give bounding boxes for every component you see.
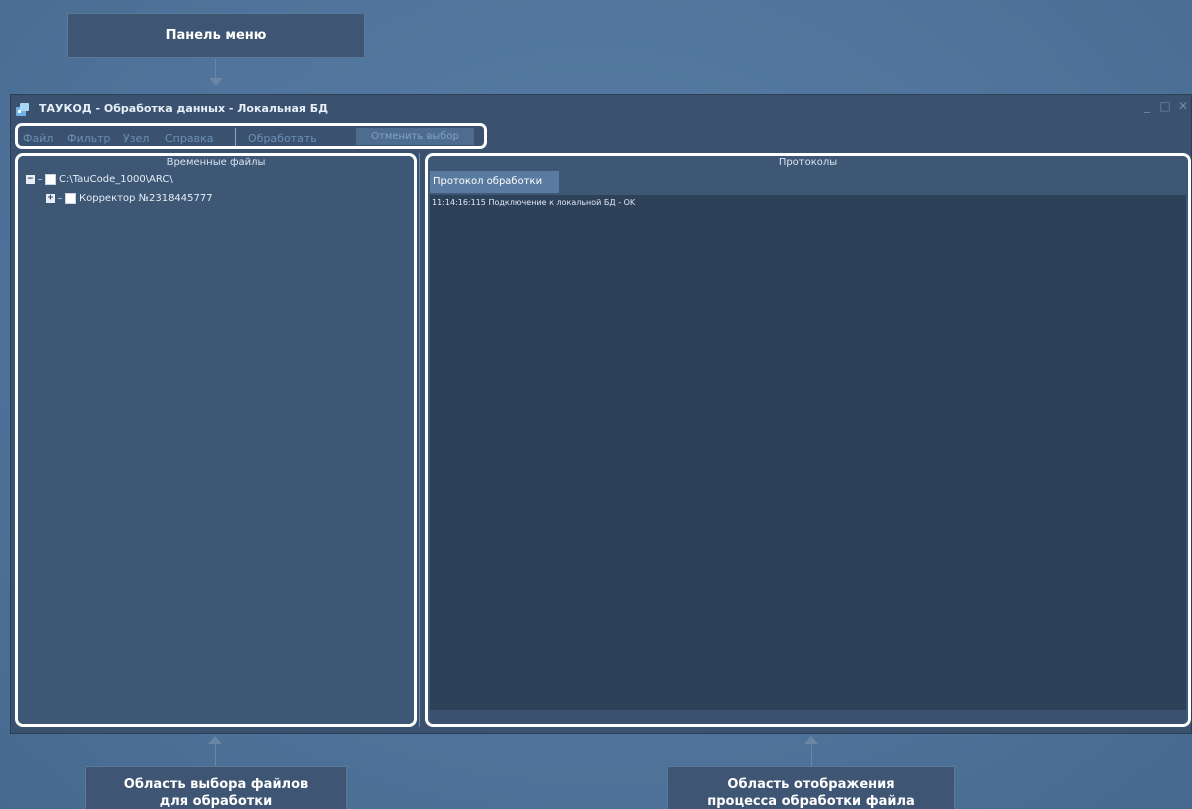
checkbox-icon[interactable] (65, 192, 76, 204)
callout-process-display: Область отображения процесса обработки ф… (667, 766, 955, 809)
menu-item-filter[interactable]: Фильтр (67, 132, 111, 145)
callout-menu-panel-text: Панель меню (165, 28, 267, 43)
process-button[interactable]: Обработать (248, 132, 317, 145)
tree-connector (58, 197, 62, 199)
process-display-panel: Протоколы Протокол обработки 11:14:16:11… (425, 153, 1191, 727)
menu-bar: Файл Фильтр Узел Справка Обработать Отме… (15, 123, 487, 149)
callout-process-display-line2: процесса обработки файла (707, 793, 915, 809)
title-bar: ТАУКОД - Обработка данных - Локальная БД… (11, 95, 1191, 121)
expand-icon[interactable]: + (46, 193, 55, 203)
callout-file-selection: Область выбора файлов для обработки (85, 766, 347, 809)
protocols-title: Протоколы (778, 157, 838, 168)
menu-item-node[interactable]: Узел (123, 132, 149, 145)
callout-left-pointer-line (215, 744, 216, 766)
callout-left-pointer-arrow (208, 736, 222, 744)
app-window: ТАУКОД - Обработка данных - Локальная БД… (10, 94, 1192, 734)
callout-menu-pointer-arrow (209, 78, 223, 86)
file-selection-panel: Временные файлы − C:\TauCode_1000\ARC\ +… (15, 153, 417, 727)
cancel-selection-button[interactable]: Отменить выбор (356, 128, 474, 145)
menu-separator (235, 128, 236, 146)
callout-process-display-line1: Область отображения (727, 776, 895, 792)
log-area: 11:14:16:115 Подключение к локальной БД … (430, 195, 1186, 710)
callout-right-pointer-line (811, 744, 812, 766)
window-controls: _ □ ✕ (1141, 100, 1189, 112)
tree-item-corrector[interactable]: + Корректор №2318445777 (46, 191, 213, 205)
tab-processing-protocol[interactable]: Протокол обработки (430, 171, 559, 193)
collapse-icon[interactable]: − (26, 174, 35, 184)
maximize-icon[interactable]: □ (1159, 100, 1171, 112)
tree-item-label: C:\TauCode_1000\ARC\ (59, 173, 173, 185)
tree-connector (38, 178, 42, 180)
panel-splitter[interactable] (419, 153, 423, 727)
log-line: 11:14:16:115 Подключение к локальной БД … (432, 198, 636, 207)
callout-menu-pointer-line (215, 58, 216, 78)
log-scrollbar[interactable] (430, 710, 1186, 724)
menu-item-help[interactable]: Справка (165, 132, 213, 145)
checkbox-icon[interactable] (45, 173, 56, 185)
callout-file-selection-line2: для обработки (159, 793, 273, 809)
callout-right-pointer-arrow (804, 736, 818, 744)
app-icon (16, 103, 29, 116)
tree-item-root[interactable]: − C:\TauCode_1000\ARC\ (26, 172, 173, 186)
minimize-icon[interactable]: _ (1141, 100, 1153, 112)
menu-item-file[interactable]: Файл (23, 132, 53, 145)
close-icon[interactable]: ✕ (1177, 100, 1189, 112)
callout-menu-panel: Панель меню (67, 13, 365, 58)
temp-files-title: Временные файлы (166, 157, 266, 168)
tree-item-label: Корректор №2318445777 (79, 192, 213, 204)
window-title: ТАУКОД - Обработка данных - Локальная БД (39, 102, 328, 115)
callout-file-selection-line1: Область выбора файлов (123, 776, 309, 792)
